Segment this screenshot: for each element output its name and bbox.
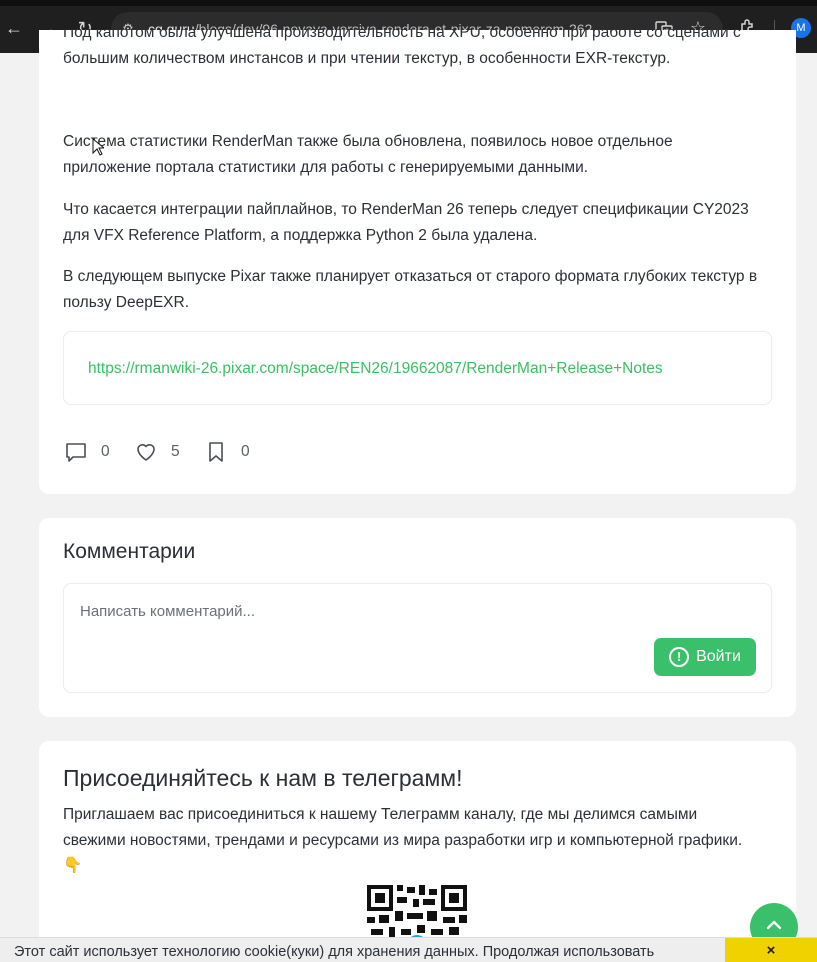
mouse-cursor-icon	[92, 138, 104, 156]
bookmarks-count: 0	[241, 443, 250, 460]
bookmark-icon	[209, 442, 223, 462]
article-paragraph: Что касается интеграции пайплайнов, то R…	[63, 201, 749, 244]
source-link-box: https://rmanwiki-26.pixar.com/space/REN2…	[63, 331, 772, 405]
article-partial-paragraph: Под капотом была улучшена производительн…	[63, 29, 763, 105]
comments-title: Комментарии	[63, 540, 196, 563]
telegram-qr-code[interactable]	[367, 885, 467, 945]
login-button[interactable]: ! Войти	[654, 638, 756, 676]
article-paragraph: В следующем выпуске Pixar также планируе…	[63, 268, 758, 311]
source-link[interactable]: https://rmanwiki-26.pixar.com/space/REN2…	[88, 360, 663, 378]
back-arrow-icon[interactable]: ←	[3, 17, 25, 39]
telegram-card: Присоединяйтесь к нам в телеграмм! Пригл…	[39, 741, 796, 962]
bookmarks-stat[interactable]: 0	[205, 440, 250, 464]
cookie-close-button[interactable]: ×	[725, 938, 817, 962]
comments-stat[interactable]: 0	[65, 440, 110, 464]
comment-input[interactable]: Написать комментарий... ! Войти	[63, 583, 772, 693]
article-card: Под капотом была улучшена производительн…	[39, 29, 796, 494]
comments-card: Комментарии Написать комментарий... ! Во…	[39, 518, 796, 717]
comment-placeholder: Написать комментарий...	[80, 603, 256, 620]
tab-strip	[0, 0, 817, 6]
article-paragraph: Система статистики RenderMan также была …	[63, 133, 673, 176]
heart-icon	[137, 444, 155, 461]
comments-count: 0	[101, 443, 110, 460]
telegram-description: Приглашаем вас присоединиться к нашему Т…	[63, 806, 743, 874]
article-partial-text: Под капотом была улучшена производительн…	[63, 29, 741, 67]
chevron-up-icon	[766, 920, 782, 930]
cookie-banner: Этот сайт использует технологию cookie(к…	[0, 937, 817, 962]
login-button-label: Войти	[696, 648, 741, 665]
cookie-text: Этот сайт использует технологию cookie(к…	[14, 944, 655, 960]
alert-circle-icon: !	[669, 647, 690, 667]
comment-icon	[66, 443, 86, 462]
likes-stat[interactable]: 5	[135, 440, 180, 464]
likes-count: 5	[171, 443, 180, 460]
telegram-title: Присоединяйтесь к нам в телеграмм!	[63, 765, 463, 791]
